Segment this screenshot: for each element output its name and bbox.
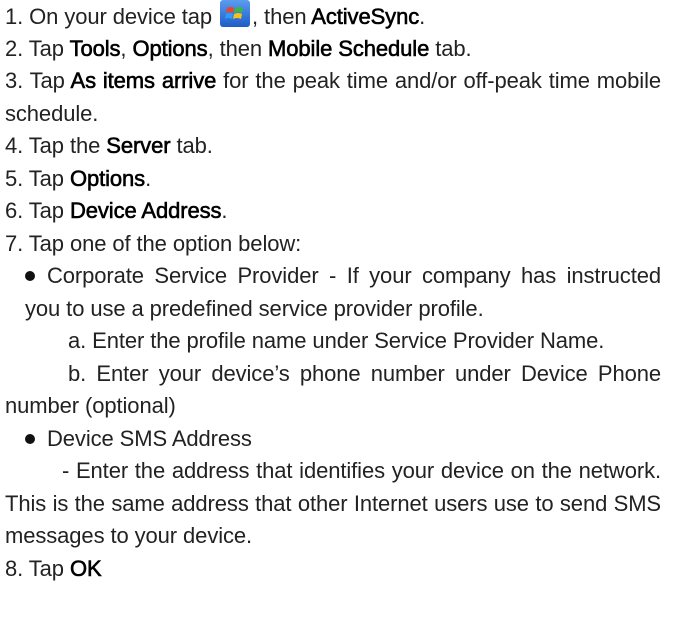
- sub-step-a-text: a. Enter the profile name under Service …: [68, 328, 605, 353]
- tools-label: Tools: [69, 35, 121, 61]
- step-8-text: 8. Tap: [5, 555, 70, 581]
- sub-step-a: a. Enter the profile name under Service …: [5, 325, 661, 358]
- windows-start-icon: [220, 0, 251, 27]
- step-6-period: .: [221, 198, 228, 223]
- step-2-comma: ,: [120, 35, 133, 61]
- bullet-corporate-service-provider: Corporate Service Provider - If your com…: [5, 260, 661, 325]
- as-items-arrive-label: As items arrive: [70, 68, 217, 94]
- step-2-tab: tab.: [429, 35, 472, 61]
- options-label: Options: [132, 35, 208, 61]
- ok-label: OK: [69, 555, 102, 581]
- instructions-document: 1. On your device tap , then ActiveSync.…: [5, 0, 661, 585]
- step-6: 6. Tap Device Address.: [5, 195, 661, 228]
- step-5-period: .: [145, 165, 152, 191]
- step-2: 2. Tap Tools, Options, then Mobile Sched…: [5, 33, 661, 66]
- step-6-text: 6. Tap: [5, 198, 70, 223]
- step-7: 7. Tap one of the option below:: [5, 228, 661, 261]
- mobile-schedule-label: Mobile Schedule: [268, 35, 430, 61]
- bullet-2-detail-text: - Enter the address that identifies your…: [5, 458, 661, 548]
- server-label: Server: [106, 133, 171, 159]
- step-8: 8. Tap OK: [5, 553, 661, 586]
- step-5-text: 5. Tap: [5, 165, 70, 191]
- step-1: 1. On your device tap , then ActiveSync.: [5, 0, 661, 33]
- step-1-period: .: [419, 4, 426, 29]
- bullet-device-sms-address: Device SMS Address: [5, 423, 661, 456]
- step-2-then: , then: [207, 35, 269, 61]
- bullet-1-text: Corporate Service Provider - If your com…: [25, 263, 661, 321]
- bullet-2-detail: - Enter the address that identifies your…: [5, 455, 661, 553]
- bullet-dot: [25, 271, 35, 281]
- step-4-tab: tab.: [170, 133, 213, 158]
- activesync-label: ActiveSync: [311, 4, 420, 30]
- step-1-text-2: , then: [252, 4, 312, 29]
- step-3: 3. Tap As items arrive for the peak time…: [5, 65, 661, 130]
- sub-step-b-text: b. Enter your device’s phone number unde…: [5, 360, 661, 419]
- step-3-text: 3. Tap: [5, 68, 71, 93]
- sub-step-b: b. Enter your device’s phone number unde…: [5, 358, 661, 423]
- step-5: 5. Tap Options.: [5, 163, 661, 196]
- bullet-dot: [25, 433, 35, 444]
- bullet-2-text: Device SMS Address: [47, 425, 252, 451]
- step-2-text: 2. Tap: [5, 35, 70, 61]
- step-4: 4. Tap the Server tab.: [5, 130, 661, 163]
- options-label-2: Options: [69, 165, 146, 191]
- device-address-label: Device Address: [69, 198, 222, 224]
- step-4-text: 4. Tap the: [5, 133, 107, 158]
- step-7-text: 7. Tap one of the option below:: [5, 230, 302, 256]
- step-1-text: 1. On your device tap: [5, 4, 219, 29]
